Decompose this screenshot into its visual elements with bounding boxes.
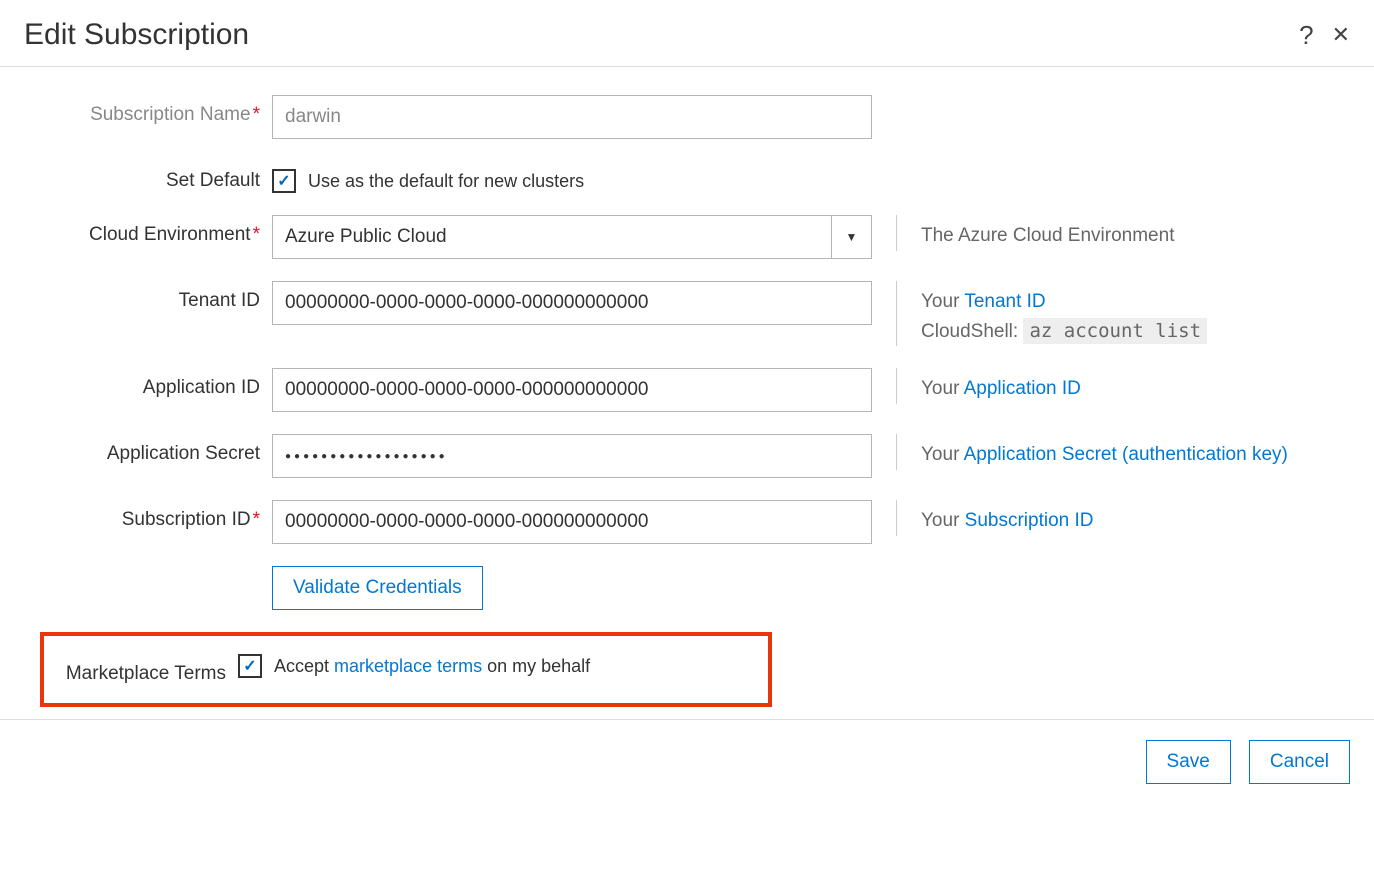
marketplace-terms-text: Accept marketplace terms on my behalf [274, 656, 590, 677]
close-icon[interactable]: ✕ [1332, 22, 1350, 48]
cloud-environment-label: Cloud Environment* [40, 215, 272, 246]
cancel-button[interactable]: Cancel [1249, 740, 1350, 784]
application-secret-link[interactable]: Application Secret (authentication key) [964, 444, 1288, 465]
marketplace-terms-label: Marketplace Terms [44, 654, 238, 685]
dialog-title: Edit Subscription [24, 18, 249, 52]
help-icon[interactable]: ? [1299, 20, 1313, 51]
application-secret-hint: Your Application Secret (authentication … [896, 434, 1288, 470]
cloud-environment-hint: The Azure Cloud Environment [896, 215, 1174, 251]
save-button[interactable]: Save [1146, 740, 1231, 784]
tenant-id-hint: Your Tenant ID CloudShell: az account li… [896, 281, 1207, 346]
set-default-checkbox[interactable]: ✓ [272, 169, 296, 193]
cloud-environment-select[interactable]: Azure Public Cloud ▼ [272, 215, 872, 259]
subscription-name-label: Subscription Name* [40, 95, 272, 126]
subscription-id-link[interactable]: Subscription ID [965, 510, 1094, 531]
set-default-text: Use as the default for new clusters [308, 171, 584, 192]
chevron-down-icon[interactable]: ▼ [831, 216, 871, 258]
marketplace-terms-link[interactable]: marketplace terms [334, 656, 482, 676]
tenant-id-link[interactable]: Tenant ID [964, 291, 1045, 312]
application-secret-input[interactable] [272, 434, 872, 478]
application-id-input[interactable] [272, 368, 872, 412]
tenant-id-label: Tenant ID [40, 281, 272, 312]
application-id-link[interactable]: Application ID [964, 378, 1081, 399]
application-secret-label: Application Secret [40, 434, 272, 465]
form-area: Subscription Name* Set Default ✓ Use as … [0, 67, 1374, 719]
subscription-id-label: Subscription ID* [40, 500, 272, 531]
subscription-id-hint: Your Subscription ID [896, 500, 1094, 536]
set-default-label: Set Default [40, 161, 272, 192]
subscription-name-input[interactable] [272, 95, 872, 139]
tenant-id-input[interactable] [272, 281, 872, 325]
edit-subscription-dialog: Edit Subscription ? ✕ Subscription Name*… [0, 0, 1374, 804]
dialog-footer: Save Cancel [0, 719, 1374, 804]
dialog-header: Edit Subscription ? ✕ [0, 0, 1374, 67]
application-id-hint: Your Application ID [896, 368, 1081, 404]
cloudshell-code: az account list [1023, 318, 1207, 344]
application-id-label: Application ID [40, 368, 272, 399]
marketplace-terms-highlight: Marketplace Terms ✓ Accept marketplace t… [40, 632, 772, 707]
marketplace-terms-checkbox[interactable]: ✓ [238, 654, 262, 678]
validate-credentials-button[interactable]: Validate Credentials [272, 566, 483, 610]
subscription-id-input[interactable] [272, 500, 872, 544]
cloud-environment-value: Azure Public Cloud [273, 226, 831, 248]
